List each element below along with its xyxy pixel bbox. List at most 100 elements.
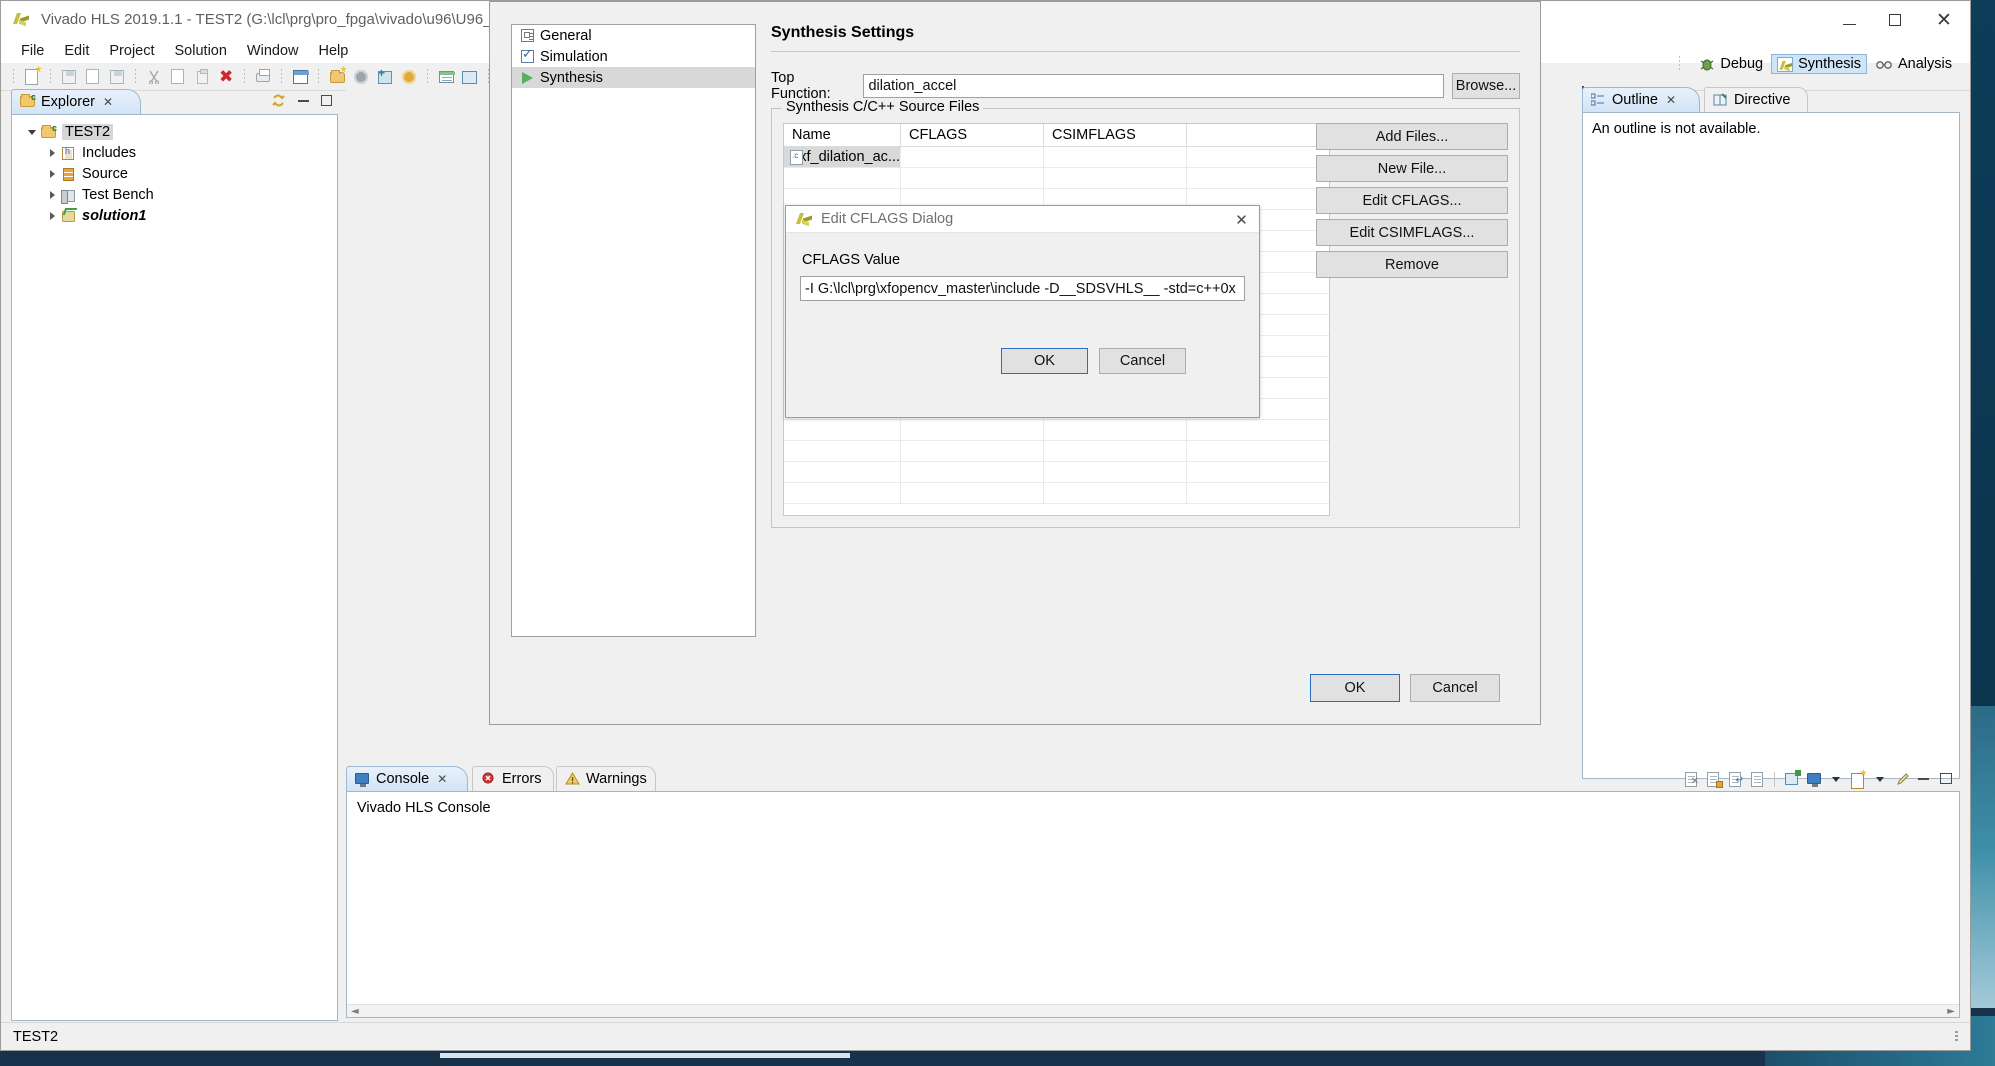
cell-empty[interactable]	[1044, 168, 1187, 189]
cell-cflags[interactable]	[901, 147, 1044, 168]
lock-scroll-icon[interactable]	[1703, 769, 1723, 789]
cell-empty[interactable]	[1044, 483, 1187, 504]
cell-empty[interactable]	[1187, 441, 1329, 462]
tab-errors[interactable]: Errors	[472, 766, 554, 791]
perspective-synthesis[interactable]: Synthesis	[1771, 54, 1867, 74]
cell-empty[interactable]	[1187, 462, 1329, 483]
cell-empty[interactable]	[1187, 483, 1329, 504]
pin-console-icon[interactable]	[1782, 769, 1802, 789]
open-report-icon[interactable]	[459, 66, 481, 88]
table-row[interactable]	[784, 420, 1329, 441]
cell-csimflags[interactable]	[1044, 147, 1187, 168]
scroll-lock-icon[interactable]: ↵	[1725, 769, 1745, 789]
settings-nav-simulation[interactable]: Simulation	[512, 46, 755, 67]
table-row[interactable]: xf_dilation_ac...	[784, 147, 1329, 168]
new-file-icon[interactable]	[21, 65, 43, 88]
cell-empty[interactable]	[901, 483, 1044, 504]
new-file-button[interactable]: New File...	[1316, 155, 1508, 182]
cell-empty[interactable]	[901, 441, 1044, 462]
add-files-button[interactable]: Add Files...	[1316, 123, 1508, 150]
chevron-down-icon[interactable]	[24, 129, 40, 135]
column-header-extra[interactable]	[1187, 124, 1329, 147]
cell-empty[interactable]	[784, 441, 901, 462]
minimize-button[interactable]	[1826, 1, 1872, 39]
chevron-right-icon[interactable]	[44, 212, 60, 220]
remove-button[interactable]: Remove	[1316, 251, 1508, 278]
perspective-debug[interactable]: Debug	[1693, 54, 1769, 74]
cell-empty[interactable]	[901, 462, 1044, 483]
edit-csimflags-button[interactable]: Edit CSIMFLAGS...	[1316, 219, 1508, 246]
close-icon[interactable]: ✕	[1232, 210, 1251, 229]
cell-empty[interactable]	[1187, 168, 1329, 189]
tree-item-test2[interactable]: TEST2	[18, 123, 337, 141]
top-function-input[interactable]: dilation_accel	[863, 74, 1445, 98]
run-c-synthesis-icon[interactable]	[398, 66, 420, 88]
cell-empty[interactable]	[901, 420, 1044, 441]
cell-empty[interactable]	[784, 462, 901, 483]
table-row[interactable]	[784, 168, 1329, 189]
table-row[interactable]	[784, 483, 1329, 504]
open-console-icon[interactable]	[1848, 769, 1868, 789]
open-declaration-icon[interactable]	[289, 66, 311, 88]
copy-console-icon[interactable]	[1747, 769, 1767, 789]
settings-nav-synthesis[interactable]: Synthesis	[512, 67, 755, 88]
cflags-value-input[interactable]: -I G:\lcl\prg\xfopencv_master\include -D…	[800, 276, 1245, 301]
menu-item-solution[interactable]: Solution	[165, 42, 237, 60]
paste-icon[interactable]	[191, 66, 213, 88]
cell-extra[interactable]	[1187, 147, 1329, 168]
display-dropdown-icon[interactable]	[1826, 769, 1846, 789]
word-wrap-icon[interactable]	[1892, 769, 1912, 789]
chevron-right-icon[interactable]	[44, 170, 60, 178]
table-row[interactable]	[784, 441, 1329, 462]
close-icon[interactable]: ✕	[1666, 93, 1676, 107]
maximize-icon[interactable]	[1936, 769, 1956, 789]
edit-cflags-button[interactable]: Edit CFLAGS...	[1316, 187, 1508, 214]
menu-item-file[interactable]: File	[11, 42, 54, 60]
scroll-right-arrow[interactable]: ►	[1943, 1006, 1959, 1017]
project-settings-icon[interactable]	[350, 66, 372, 88]
clear-console-icon[interactable]: ✕	[1681, 769, 1701, 789]
menu-item-help[interactable]: Help	[309, 42, 359, 60]
copy-icon[interactable]	[167, 66, 189, 88]
maximize-button[interactable]	[1872, 1, 1918, 39]
tree-item-source[interactable]: Source	[18, 165, 337, 183]
cut-icon[interactable]	[143, 66, 165, 88]
minimize-icon[interactable]	[298, 99, 309, 102]
tree-item-test-bench[interactable]: Test Bench	[18, 186, 337, 204]
cell-empty[interactable]	[1044, 441, 1187, 462]
new-project-icon[interactable]	[326, 65, 348, 88]
open-dropdown-icon[interactable]	[1870, 769, 1890, 789]
scroll-left-arrow[interactable]: ◄	[347, 1006, 363, 1017]
tab-warnings[interactable]: Warnings	[556, 766, 656, 791]
cell-empty[interactable]	[901, 168, 1044, 189]
menu-item-window[interactable]: Window	[237, 42, 309, 60]
console-horizontal-scrollbar[interactable]: ◄ ►	[347, 1004, 1959, 1017]
chevron-right-icon[interactable]	[44, 191, 60, 199]
close-icon[interactable]: ✕	[103, 95, 113, 109]
maximize-icon[interactable]	[321, 95, 332, 106]
save-icon[interactable]	[58, 66, 80, 88]
tree-item-solution1[interactable]: solution1	[18, 207, 337, 225]
column-header-csimflags[interactable]: CSIMFLAGS	[1044, 124, 1187, 147]
tree-item-includes[interactable]: Includes	[18, 144, 337, 162]
tab-explorer[interactable]: Explorer ✕	[11, 89, 141, 114]
cell-empty[interactable]	[1044, 462, 1187, 483]
browse-button[interactable]: Browse...	[1452, 73, 1521, 99]
resize-grip-icon[interactable]	[1955, 1031, 1958, 1043]
tab-directive[interactable]: Directive	[1704, 87, 1808, 112]
column-header-cflags[interactable]: CFLAGS	[901, 124, 1044, 147]
cell-empty[interactable]	[784, 483, 901, 504]
perspective-analysis[interactable]: Analysis	[1869, 54, 1958, 74]
save-as-icon[interactable]	[106, 66, 128, 88]
menu-item-project[interactable]: Project	[99, 42, 164, 60]
cell-name[interactable]: xf_dilation_ac...	[784, 147, 901, 168]
settings-nav-general[interactable]: General	[512, 25, 755, 46]
display-selected-console-icon[interactable]	[1804, 769, 1824, 789]
minimize-icon[interactable]	[1914, 769, 1934, 789]
cancel-button[interactable]: Cancel	[1410, 674, 1500, 702]
tab-outline[interactable]: Outline ✕	[1582, 87, 1700, 112]
chevron-right-icon[interactable]	[44, 149, 60, 157]
close-icon[interactable]: ✕	[437, 772, 447, 786]
ok-button[interactable]: OK	[1310, 674, 1400, 702]
close-button[interactable]: ✕	[1918, 1, 1970, 39]
